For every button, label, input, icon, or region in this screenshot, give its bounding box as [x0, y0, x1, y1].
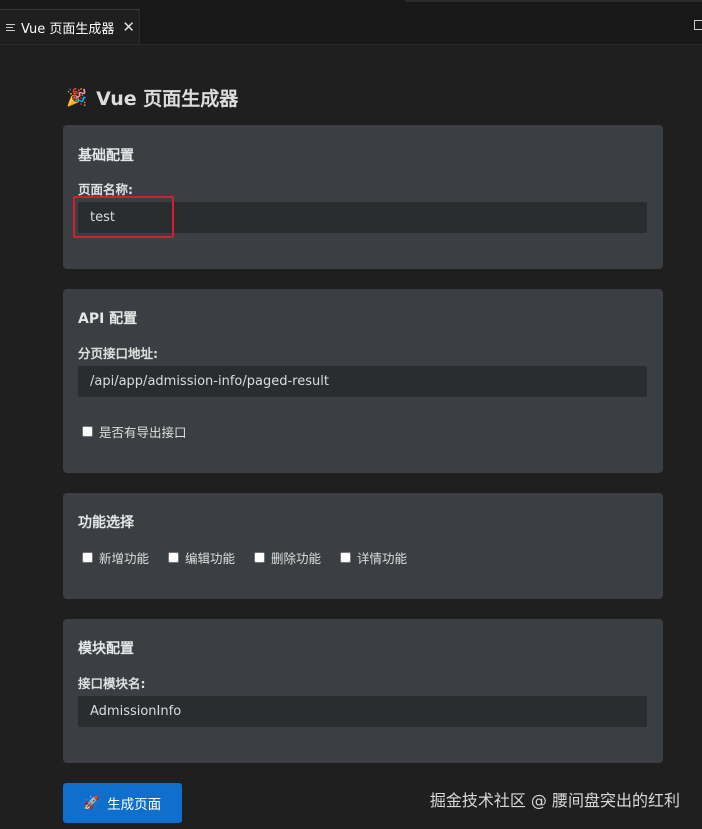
- feature-delete-checkbox[interactable]: [254, 552, 266, 563]
- feature-select-title: 功能选择: [78, 515, 134, 531]
- tab-bar-top-line: [405, 0, 702, 2]
- feature-delete-item[interactable]: 删除功能: [254, 548, 321, 567]
- rocket-icon: 🚀: [83, 795, 101, 811]
- basic-config-card: 基础配置 页面名称:: [63, 125, 663, 269]
- page-title-text: Vue 页面生成器: [96, 88, 239, 110]
- paged-api-url-label: 分页接口地址:: [78, 346, 158, 361]
- menu-lines-icon: [6, 23, 15, 32]
- page-name-label: 页面名称:: [78, 182, 133, 197]
- api-module-name-label: 接口模块名:: [78, 676, 146, 691]
- close-icon[interactable]: ✕: [122, 19, 135, 35]
- feature-edit-checkbox[interactable]: [168, 552, 180, 563]
- api-module-name-input[interactable]: [78, 696, 647, 727]
- tab-title: Vue 页面生成器: [21, 21, 115, 37]
- feature-select-card: 功能选择 新增功能 编辑功能 删除功能 详情功能: [63, 493, 663, 599]
- feature-add-item[interactable]: 新增功能: [82, 548, 149, 567]
- api-config-card: API 配置 分页接口地址: 是否有导出接口: [63, 289, 663, 473]
- tab-vue-page-generator[interactable]: Vue 页面生成器 ✕: [0, 9, 140, 44]
- export-api-checkbox[interactable]: [82, 426, 93, 437]
- basic-config-title: 基础配置: [78, 148, 134, 164]
- page-name-input[interactable]: [78, 202, 647, 233]
- export-api-label: 是否有导出接口: [99, 425, 187, 440]
- export-api-row: 是否有导出接口: [82, 422, 206, 441]
- generate-page-button[interactable]: 🚀 生成页面: [63, 783, 182, 823]
- feature-add-checkbox[interactable]: [82, 552, 93, 563]
- party-popper-icon: 🎉: [66, 87, 88, 108]
- page-title: 🎉 Vue 页面生成器: [66, 84, 238, 111]
- feature-detail-checkbox[interactable]: [340, 552, 352, 563]
- module-config-title: 模块配置: [78, 641, 134, 657]
- feature-checkbox-row: 新增功能 编辑功能 删除功能 详情功能: [82, 548, 426, 567]
- export-api-checkbox-item[interactable]: 是否有导出接口: [82, 422, 187, 441]
- editor-tab-bar: Vue 页面生成器 ✕: [0, 0, 702, 45]
- paged-api-url-input[interactable]: [78, 366, 647, 397]
- feature-add-label: 新增功能: [99, 551, 150, 566]
- split-layout-icon[interactable]: [694, 20, 702, 30]
- generate-page-label: 生成页面: [107, 797, 162, 813]
- feature-edit-item[interactable]: 编辑功能: [168, 548, 235, 567]
- feature-edit-label: 编辑功能: [185, 551, 236, 566]
- module-config-card: 模块配置 接口模块名:: [63, 619, 663, 763]
- feature-detail-item[interactable]: 详情功能: [340, 548, 407, 567]
- watermark: 掘金技术社区 @ 腰间盘突出的红利: [429, 791, 680, 810]
- api-config-title: API 配置: [78, 311, 138, 327]
- feature-detail-label: 详情功能: [357, 551, 408, 566]
- feature-delete-label: 删除功能: [271, 551, 322, 566]
